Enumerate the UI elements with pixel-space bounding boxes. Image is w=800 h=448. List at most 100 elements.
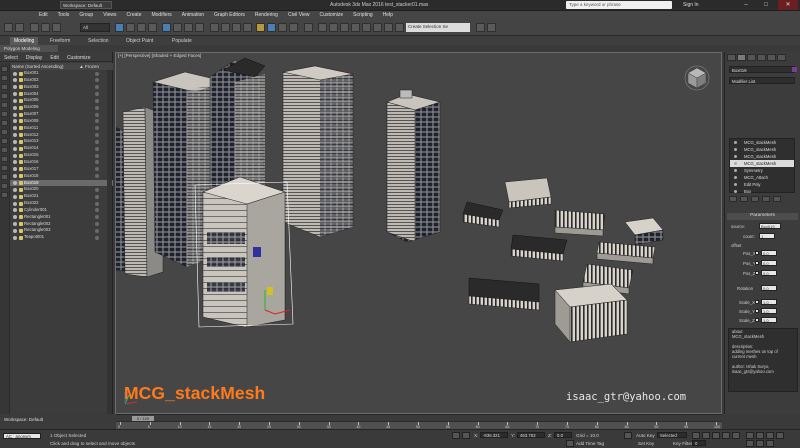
window-crossing-icon[interactable] [148, 23, 157, 32]
freeze-icon[interactable] [95, 228, 99, 233]
unlink-icon[interactable] [41, 23, 50, 32]
visibility-icon[interactable] [13, 215, 17, 220]
visibility-icon[interactable] [13, 187, 17, 192]
field-of-view-icon[interactable] [776, 432, 784, 439]
visibility-icon[interactable] [13, 92, 17, 97]
visibility-icon[interactable] [13, 194, 17, 199]
select-object-icon[interactable] [115, 23, 124, 32]
scene-list-item[interactable]: Box012 [10, 132, 113, 139]
visibility-icon[interactable] [13, 167, 17, 172]
freeze-icon[interactable] [95, 181, 99, 185]
visibility-icon[interactable] [13, 112, 17, 117]
freeze-icon[interactable] [95, 119, 99, 124]
scene-list-item[interactable]: Rectangle003 [10, 227, 113, 234]
utilities-tab-icon[interactable] [777, 54, 786, 61]
select-by-name-icon[interactable] [126, 23, 135, 32]
filter-spacewarps-icon[interactable] [1, 111, 8, 117]
scene-list-item[interactable]: Cylinder001 [10, 207, 113, 214]
perspective-viewport[interactable] [115, 52, 722, 414]
menu-scripting[interactable]: Scripting [348, 11, 377, 20]
source-pick-button[interactable]: Box019 [759, 223, 781, 229]
filter-geometry-icon[interactable] [1, 66, 8, 72]
modifier-list-dropdown[interactable]: Modifier List [729, 77, 795, 84]
current-frame-field[interactable]: 0 [692, 440, 706, 446]
show-end-result-icon[interactable] [740, 196, 748, 202]
make-unique-icon[interactable] [751, 196, 759, 202]
pivot-center-icon[interactable] [221, 23, 230, 32]
next-frame-icon[interactable] [722, 432, 730, 439]
visibility-icon[interactable] [13, 201, 17, 206]
scene-list-item[interactable]: Box006 [10, 104, 113, 111]
freeze-icon[interactable] [95, 85, 99, 90]
scene-list-item[interactable]: Box022 [10, 200, 113, 207]
key-filter-dropdown[interactable]: Selected [657, 432, 687, 438]
tab-display[interactable]: Display [22, 52, 46, 61]
snaps-toggle-icon[interactable] [256, 23, 265, 32]
tab-modeling[interactable]: Modeling [10, 37, 39, 45]
scene-list-item[interactable]: Rectangle001 [10, 214, 113, 221]
menu-tools[interactable]: Tools [53, 11, 75, 20]
visibility-icon[interactable] [13, 105, 17, 110]
freeze-icon[interactable] [95, 215, 99, 220]
tab-edit[interactable]: Edit [46, 52, 63, 61]
material-editor-icon[interactable] [384, 23, 393, 32]
modify-tab-icon[interactable] [737, 54, 746, 61]
visibility-icon[interactable] [13, 133, 17, 138]
scale-z-spinner[interactable]: 1.0 [761, 317, 777, 323]
maxscript-listener[interactable]: AC _anonym [3, 433, 41, 439]
motion-tab-icon[interactable] [757, 54, 766, 61]
manipulate-icon[interactable] [232, 23, 241, 32]
freeze-icon[interactable] [95, 235, 99, 240]
scale-x-checkbox[interactable] [755, 300, 759, 304]
visibility-icon[interactable] [13, 174, 17, 179]
display-tab-icon[interactable] [767, 54, 776, 61]
pos-x-checkbox[interactable] [755, 251, 759, 255]
zoom-extents-icon[interactable] [766, 432, 774, 439]
stack-item[interactable]: Box [730, 188, 794, 195]
visibility-icon[interactable] [13, 85, 17, 90]
rotation-spinner[interactable]: 0.0 [761, 285, 777, 291]
pan-icon[interactable] [746, 440, 754, 447]
visibility-icon[interactable] [13, 222, 17, 227]
freeze-icon[interactable] [95, 160, 99, 165]
freeze-icon[interactable] [95, 153, 99, 158]
set-key-button[interactable]: Set Key [638, 441, 654, 446]
selection-filter-dropdown[interactable]: All [80, 23, 110, 32]
filter-cameras-icon[interactable] [1, 93, 8, 99]
place-icon[interactable] [195, 23, 204, 32]
scene-list-item[interactable]: Box018 [10, 173, 113, 180]
scene-list-item[interactable]: Box015 [10, 152, 113, 159]
viewport-label[interactable]: [+] [Perspective] [Shaded + Edged Faces] [118, 53, 201, 58]
edit-named-selection-icon[interactable] [304, 23, 313, 32]
stack-item[interactable]: Symmetry [730, 167, 794, 174]
maximize-viewport-icon[interactable] [766, 440, 774, 447]
scene-list-item[interactable]: Box014 [10, 145, 113, 152]
filter-containers-icon[interactable] [1, 147, 8, 153]
freeze-icon[interactable] [95, 98, 99, 103]
visibility-icon[interactable] [13, 119, 17, 124]
toggle-ribbon-icon[interactable] [351, 23, 360, 32]
curve-editor-icon[interactable] [362, 23, 371, 32]
freeze-icon[interactable] [95, 201, 99, 206]
freeze-icon[interactable] [95, 146, 99, 151]
zoom-icon[interactable] [746, 432, 754, 439]
stack-item[interactable]: Edit Poly [730, 181, 794, 188]
x-coordinate-field[interactable]: -836.321 [480, 432, 508, 438]
z-coordinate-field[interactable]: 0.0 [554, 432, 572, 438]
pos-z-checkbox[interactable] [755, 271, 759, 275]
filter-bones-icon[interactable] [1, 138, 8, 144]
select-all-icon[interactable] [1, 174, 8, 180]
visibility-icon[interactable] [13, 98, 17, 103]
filter-groups-icon[interactable] [1, 120, 8, 126]
menu-views[interactable]: Views [98, 11, 121, 20]
tab-freeform[interactable]: Freeform [46, 37, 74, 45]
scale-y-checkbox[interactable] [755, 309, 759, 313]
set-key-mode-icon[interactable] [624, 432, 632, 439]
freeze-icon[interactable] [95, 139, 99, 144]
absolute-mode-icon[interactable] [462, 432, 470, 439]
layer-explorer-icon[interactable] [340, 23, 349, 32]
undo-icon[interactable] [4, 23, 13, 32]
schematic-view-icon[interactable] [373, 23, 382, 32]
freeze-icon[interactable] [95, 167, 99, 172]
object-color-swatch[interactable] [792, 67, 797, 72]
